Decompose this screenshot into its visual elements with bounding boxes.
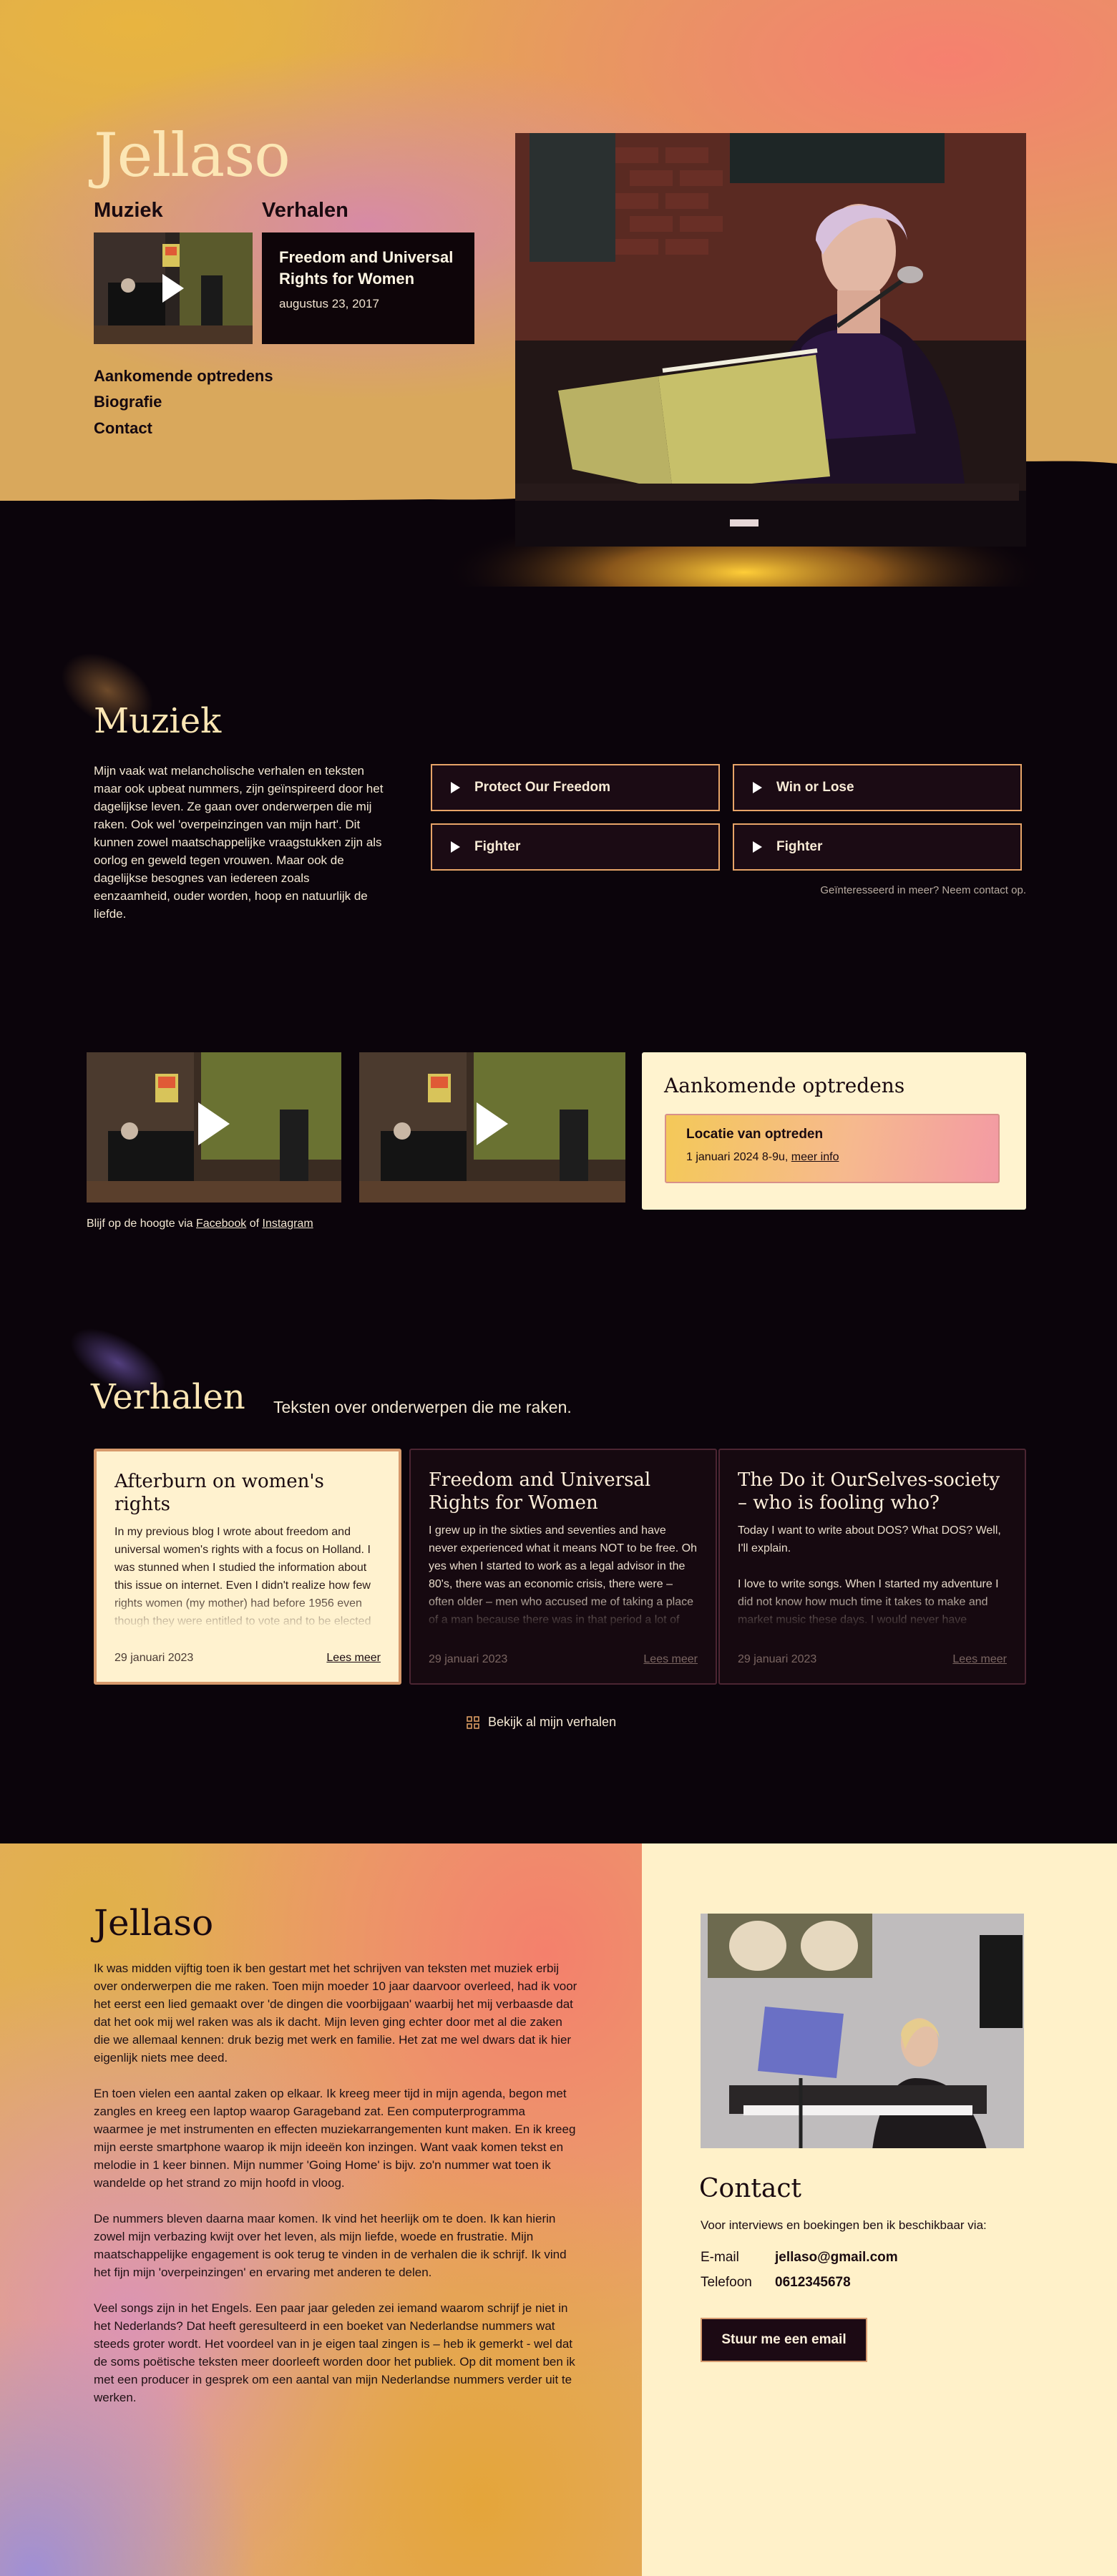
play-icon[interactable] bbox=[477, 1102, 508, 1145]
hero-singer-photo bbox=[515, 133, 1026, 547]
play-icon bbox=[451, 782, 460, 793]
nav-upcoming-shows[interactable]: Aankomende optredens bbox=[94, 367, 273, 386]
verhalen-title: Verhalen bbox=[91, 1377, 245, 1417]
track-button[interactable]: Win or Lose bbox=[733, 764, 1022, 811]
nav-contact[interactable]: Contact bbox=[94, 419, 152, 438]
all-stories-link[interactable]: Bekijk al mijn verhalen bbox=[467, 1715, 616, 1730]
story-card[interactable]: Freedom and Universal Rights for Women I… bbox=[409, 1449, 717, 1685]
facebook-link[interactable]: Facebook bbox=[196, 1218, 246, 1230]
muziek-description: Mijn vaak wat melancholische verhalen en… bbox=[94, 764, 384, 921]
track-button[interactable]: Fighter bbox=[733, 823, 1022, 871]
show-more-info-link[interactable]: meer info bbox=[791, 1151, 839, 1163]
music-video-thumbnail[interactable] bbox=[94, 232, 253, 344]
site-title: Jellaso bbox=[94, 120, 291, 190]
all-stories-label: Bekijk al mijn verhalen bbox=[488, 1715, 617, 1729]
upcoming-shows-panel: Aankomende optredens Locatie van optrede… bbox=[642, 1052, 1026, 1210]
play-icon[interactable] bbox=[198, 1102, 230, 1145]
muziek-title: Muziek bbox=[94, 701, 222, 741]
story-date: 29 januari 2023 bbox=[738, 1653, 817, 1665]
show-datetime: 1 januari 2024 8-9u, bbox=[686, 1151, 789, 1163]
contact-photo bbox=[701, 1914, 1024, 2148]
show-card[interactable]: Locatie van optreden 1 januari 2024 8-9u… bbox=[665, 1114, 1000, 1183]
play-icon[interactable] bbox=[162, 274, 184, 303]
story-card[interactable]: The Do it OurSelves-society – who is foo… bbox=[718, 1449, 1026, 1685]
social-prefix: Blijf op de hoogte via bbox=[87, 1218, 193, 1230]
story-title: Freedom and Universal Rights for Women bbox=[429, 1469, 651, 1514]
more-info-line: Geïnteresseerd in meer? Neem contact op. bbox=[716, 884, 1026, 896]
read-more-link[interactable]: Lees meer bbox=[643, 1653, 698, 1666]
grid-icon bbox=[467, 1715, 479, 1729]
more-info-suffix: . bbox=[1023, 884, 1026, 896]
contact-title: Contact bbox=[699, 2174, 801, 2203]
hero-section: Jellaso Muziek Verhalen Freedom and Univ… bbox=[0, 0, 1117, 587]
contact-section: Contact Voor interviews en boekingen ben… bbox=[642, 1843, 1117, 2576]
send-email-button[interactable]: Stuur me een email bbox=[701, 2318, 867, 2362]
story-excerpt: I grew up in the sixties and seventies a… bbox=[429, 1524, 698, 1626]
track-title: Win or Lose bbox=[776, 780, 854, 795]
upcoming-shows-title: Aankomende optredens bbox=[664, 1074, 905, 1097]
phone-value[interactable]: 0612345678 bbox=[775, 2275, 851, 2291]
email-row: E-mail jellaso@gmail.com bbox=[701, 2250, 898, 2266]
contact-intro: Voor interviews en boekingen ben ik besc… bbox=[701, 2218, 987, 2232]
email-value[interactable]: jellaso@gmail.com bbox=[775, 2250, 898, 2266]
phone-row: Telefoon 0612345678 bbox=[701, 2275, 851, 2291]
verhalen-subtitle: Teksten over onderwerpen die me raken. bbox=[273, 1398, 572, 1416]
track-title: Protect Our Freedom bbox=[474, 780, 611, 795]
play-icon bbox=[451, 841, 460, 853]
story-excerpt: In my previous blog I wrote about freedo… bbox=[114, 1526, 371, 1627]
story-title: The Do it OurSelves-society – who is foo… bbox=[738, 1469, 1000, 1514]
track-title: Fighter bbox=[474, 839, 521, 854]
latest-story-card[interactable]: Freedom and Universal Rights for Women a… bbox=[262, 232, 474, 344]
social-follow-line: Blijf op de hoogte via Facebook of Insta… bbox=[87, 1218, 313, 1230]
story-date: 29 januari 2023 bbox=[114, 1652, 194, 1664]
instagram-link[interactable]: Instagram bbox=[263, 1218, 313, 1230]
phone-label: Telefoon bbox=[701, 2275, 752, 2290]
hero-stories-heading[interactable]: Verhalen bbox=[262, 199, 348, 222]
social-or: of bbox=[249, 1218, 260, 1230]
story-excerpt: Today I want to write about DOS? What DO… bbox=[738, 1524, 1001, 1626]
bio-paragraph: Veel songs zijn in het Engels. Een paar … bbox=[94, 2301, 575, 2404]
story-card[interactable]: Afterburn on women's rights In my previo… bbox=[94, 1449, 401, 1685]
biography-section: Jellaso Ik was midden vijftig toen ik be… bbox=[0, 1843, 642, 2576]
read-more-link[interactable]: Lees meer bbox=[952, 1653, 1007, 1666]
story-title: Afterburn on women's rights bbox=[114, 1471, 324, 1515]
nav-biography[interactable]: Biografie bbox=[94, 393, 162, 411]
read-more-link[interactable]: Lees meer bbox=[326, 1652, 381, 1665]
email-label: E-mail bbox=[701, 2250, 739, 2265]
story-date: 29 januari 2023 bbox=[429, 1653, 508, 1665]
latest-story-title: Freedom and Universal Rights for Women bbox=[279, 248, 454, 288]
track-title: Fighter bbox=[776, 839, 823, 854]
contact-link[interactable]: Neem contact op bbox=[942, 884, 1023, 896]
video-thumbnail[interactable] bbox=[359, 1052, 625, 1203]
show-location: Locatie van optreden bbox=[686, 1127, 824, 1142]
bio-paragraph: De nummers bleven daarna maar komen. Ik … bbox=[94, 2212, 567, 2279]
play-icon bbox=[753, 782, 762, 793]
bio-paragraph: Ik was midden vijftig toen ik ben gestar… bbox=[94, 1962, 577, 2065]
track-button[interactable]: Protect Our Freedom bbox=[431, 764, 720, 811]
video-thumbnail[interactable] bbox=[87, 1052, 341, 1203]
hero-music-heading[interactable]: Muziek bbox=[94, 199, 163, 222]
more-info-prefix: Geïnteresseerd in meer? bbox=[820, 884, 940, 896]
bio-paragraph: En toen vielen een aantal zaken op elkaa… bbox=[94, 2087, 576, 2190]
track-button[interactable]: Fighter bbox=[431, 823, 720, 871]
bio-title: Jellaso bbox=[94, 1902, 214, 1944]
bio-text: Ik was midden vijftig toen ik ben gestar… bbox=[94, 1959, 578, 2424]
latest-story-date: augustus 23, 2017 bbox=[279, 297, 379, 310]
play-icon bbox=[753, 841, 762, 853]
